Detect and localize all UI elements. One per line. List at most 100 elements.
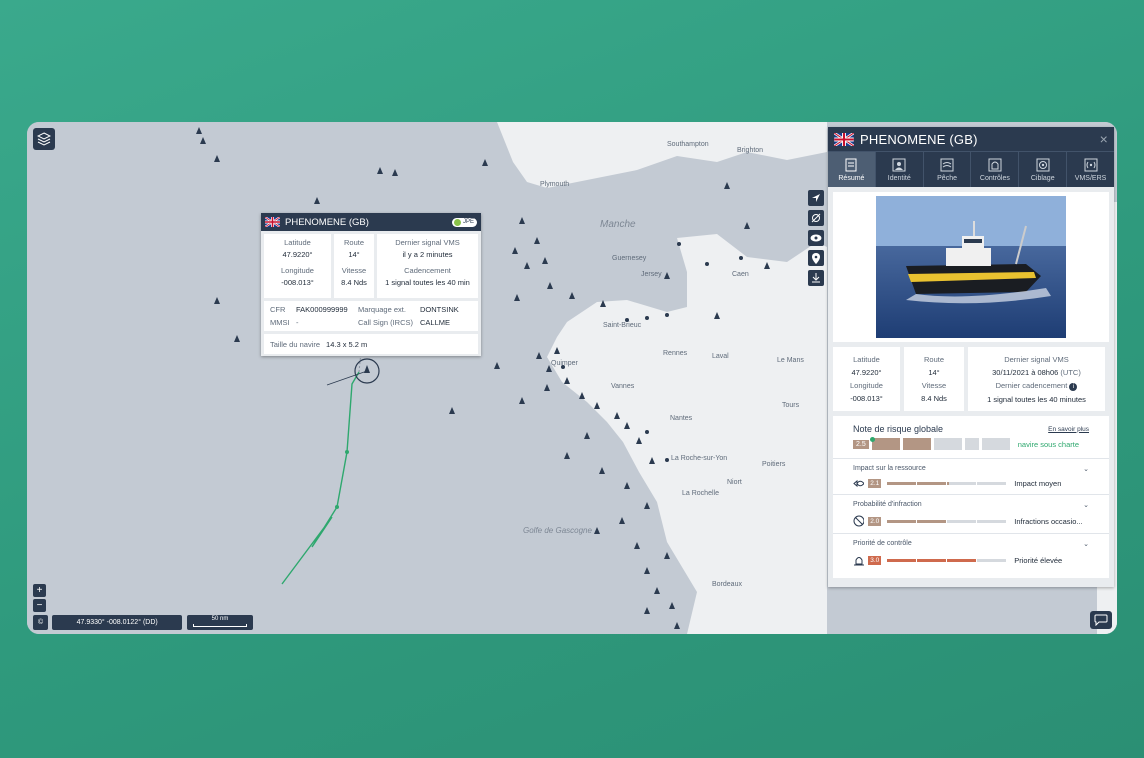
status-badge: JPE: [451, 217, 477, 227]
cadence-label: Dernier cadencement: [995, 380, 1068, 390]
position-cell: Latitude 47.9220° Longitude -008.013°: [833, 347, 900, 411]
tab-vms-ers[interactable]: VMS/ERS: [1067, 152, 1114, 187]
risk-item-impact[interactable]: Impact sur la ressource ⌄ 2.1 Impact moye…: [833, 458, 1109, 488]
tab-label: Résumé: [838, 174, 865, 182]
chat-icon: [1094, 614, 1108, 626]
map-label: Laval: [712, 353, 729, 360]
panel-vessel-name: PHENOMENE (GB): [860, 131, 978, 147]
map-label: Niort: [727, 479, 742, 486]
download-tool-button[interactable]: [808, 270, 824, 286]
map-label: Saint-Brieuc: [603, 322, 642, 329]
risk-item-title: Priorité de contrôle: [853, 540, 912, 547]
coordinate-readout[interactable]: 47.9330° -008.0122° (DD): [52, 615, 183, 630]
global-score: 2.5: [853, 436, 875, 449]
tab-label: Identité: [887, 174, 911, 182]
map-label: La Rochelle: [682, 490, 719, 497]
mmsi-value: -: [296, 317, 299, 327]
info-icon[interactable]: i: [1069, 382, 1078, 391]
navigation-icon: [812, 194, 820, 202]
route-value: 14°: [928, 368, 940, 377]
risk-segment: [964, 438, 979, 450]
longitude-label: Longitude: [850, 381, 883, 390]
learn-more-link[interactable]: En savoir plus: [1048, 426, 1089, 433]
tab-identite[interactable]: Identité: [876, 152, 924, 187]
risk-segment: [871, 438, 900, 450]
measure-tool-button[interactable]: [808, 210, 824, 226]
vessel-popup[interactable]: PHENOMENE (GB) JPE Latitude 47.9220° Lon…: [261, 213, 481, 356]
badge-label: JPE: [462, 219, 474, 225]
map-tool-button[interactable]: [808, 190, 824, 206]
longitude-value: -008.013°: [281, 278, 314, 287]
longitude-label: Longitude: [281, 266, 314, 275]
chevron-down-icon[interactable]: ⌄: [1083, 465, 1089, 473]
ruler-icon: [811, 213, 821, 223]
latitude-value: 47.9220°: [851, 368, 882, 377]
risk-item-title: Probabilité d'infraction: [853, 501, 922, 508]
tab-label: Contrôles: [979, 174, 1010, 182]
download-icon: [812, 273, 820, 283]
vessel-photo: [876, 196, 1066, 338]
speed-label: Vitesse: [921, 381, 947, 390]
map-label: Poitiers: [762, 461, 786, 468]
map-label: Tours: [782, 402, 800, 409]
vessel-photo-frame: [833, 192, 1109, 342]
controls-icon: [988, 158, 1002, 171]
tab-resume[interactable]: Résumé: [828, 152, 876, 187]
fish-icon: [853, 479, 865, 488]
copyright-button[interactable]: ©: [33, 615, 49, 630]
popup-vessel-name: PHENOMENE (GB): [285, 216, 369, 228]
risk-item-label: Impact moyen: [1014, 479, 1062, 488]
risk-item-priority[interactable]: Priorité de contrôle ⌄ 3.0 Priorité élevé…: [833, 533, 1109, 566]
route-cell: Route 14° Vitesse 8.4 Nds: [334, 234, 374, 298]
tab-ciblage[interactable]: Ciblage: [1019, 152, 1068, 187]
risk-item-infraction[interactable]: Probabilité d'infraction ⌄ 2.0 Infraction…: [833, 494, 1109, 527]
zoom-out-button[interactable]: −: [33, 599, 46, 612]
tab-label: VMS/ERS: [1074, 174, 1107, 182]
map-label: Golfe de Gascogne: [523, 526, 592, 535]
risk-item-label: Priorité élevée: [1014, 555, 1063, 565]
signal-cell: Dernier signal VMS il y a 2 minutes Cade…: [377, 234, 478, 298]
risk-segment: [933, 438, 962, 450]
map-label: Caen: [732, 271, 749, 278]
vessel-sidebar[interactable]: PHENOMENE (GB) × Résumé Identité Pêche C…: [828, 127, 1114, 587]
tab-label: Pêche: [937, 174, 957, 182]
identity-icon: [892, 158, 906, 171]
longitude-value: -008.013°: [850, 394, 883, 403]
location-tool-button[interactable]: [808, 250, 824, 266]
timezone-label: (UTC): [1060, 367, 1081, 377]
tab-peche[interactable]: Pêche: [924, 152, 972, 187]
prohibited-icon: [853, 515, 865, 527]
speed-value: 8.4 Nds: [921, 394, 947, 403]
chevron-down-icon[interactable]: ⌄: [1083, 501, 1089, 509]
popup-header: PHENOMENE (GB) JPE: [261, 213, 481, 231]
latitude-value: 47.9220°: [282, 250, 313, 259]
map-label: Bordeaux: [712, 581, 742, 588]
fishing-icon: [940, 158, 954, 171]
close-icon[interactable]: ×: [1100, 131, 1108, 147]
tab-controles[interactable]: Contrôles: [971, 152, 1020, 187]
map-label: Le Mans: [777, 357, 804, 364]
risk-item-bar: [887, 519, 1007, 523]
zoom-in-button[interactable]: +: [33, 584, 46, 597]
map-label: Quimper: [551, 360, 579, 367]
layers-button[interactable]: [33, 128, 55, 150]
route-label: Route: [343, 238, 364, 247]
visibility-tool-button[interactable]: [808, 230, 824, 246]
risk-item-score: 3.0: [868, 555, 882, 565]
map-label: Plymouth: [540, 181, 569, 188]
eye-icon: [810, 234, 822, 242]
map-label: Rennes: [663, 350, 688, 357]
risk-item-score: 2.1: [868, 479, 882, 488]
vms-icon: [1084, 158, 1098, 171]
position-cell: Latitude 47.9220° Longitude -008.013°: [264, 234, 331, 298]
chevron-down-icon[interactable]: ⌄: [1083, 540, 1089, 548]
speed-value: 8.4 Nds: [341, 278, 367, 287]
signal-cell: Dernier signal VMS 30/11/2021 à 08h06 (U…: [968, 347, 1105, 411]
map-label: Vannes: [611, 383, 635, 390]
panel-tabs: Résumé Identité Pêche Contrôles Ciblage …: [828, 151, 1114, 187]
last-signal-value: 30/11/2021 à 08h06: [992, 367, 1059, 377]
layers-icon: [37, 132, 51, 146]
chat-button[interactable]: [1090, 611, 1112, 629]
risk-segment: [981, 438, 1010, 450]
callsign-value: CALLME: [420, 317, 451, 327]
